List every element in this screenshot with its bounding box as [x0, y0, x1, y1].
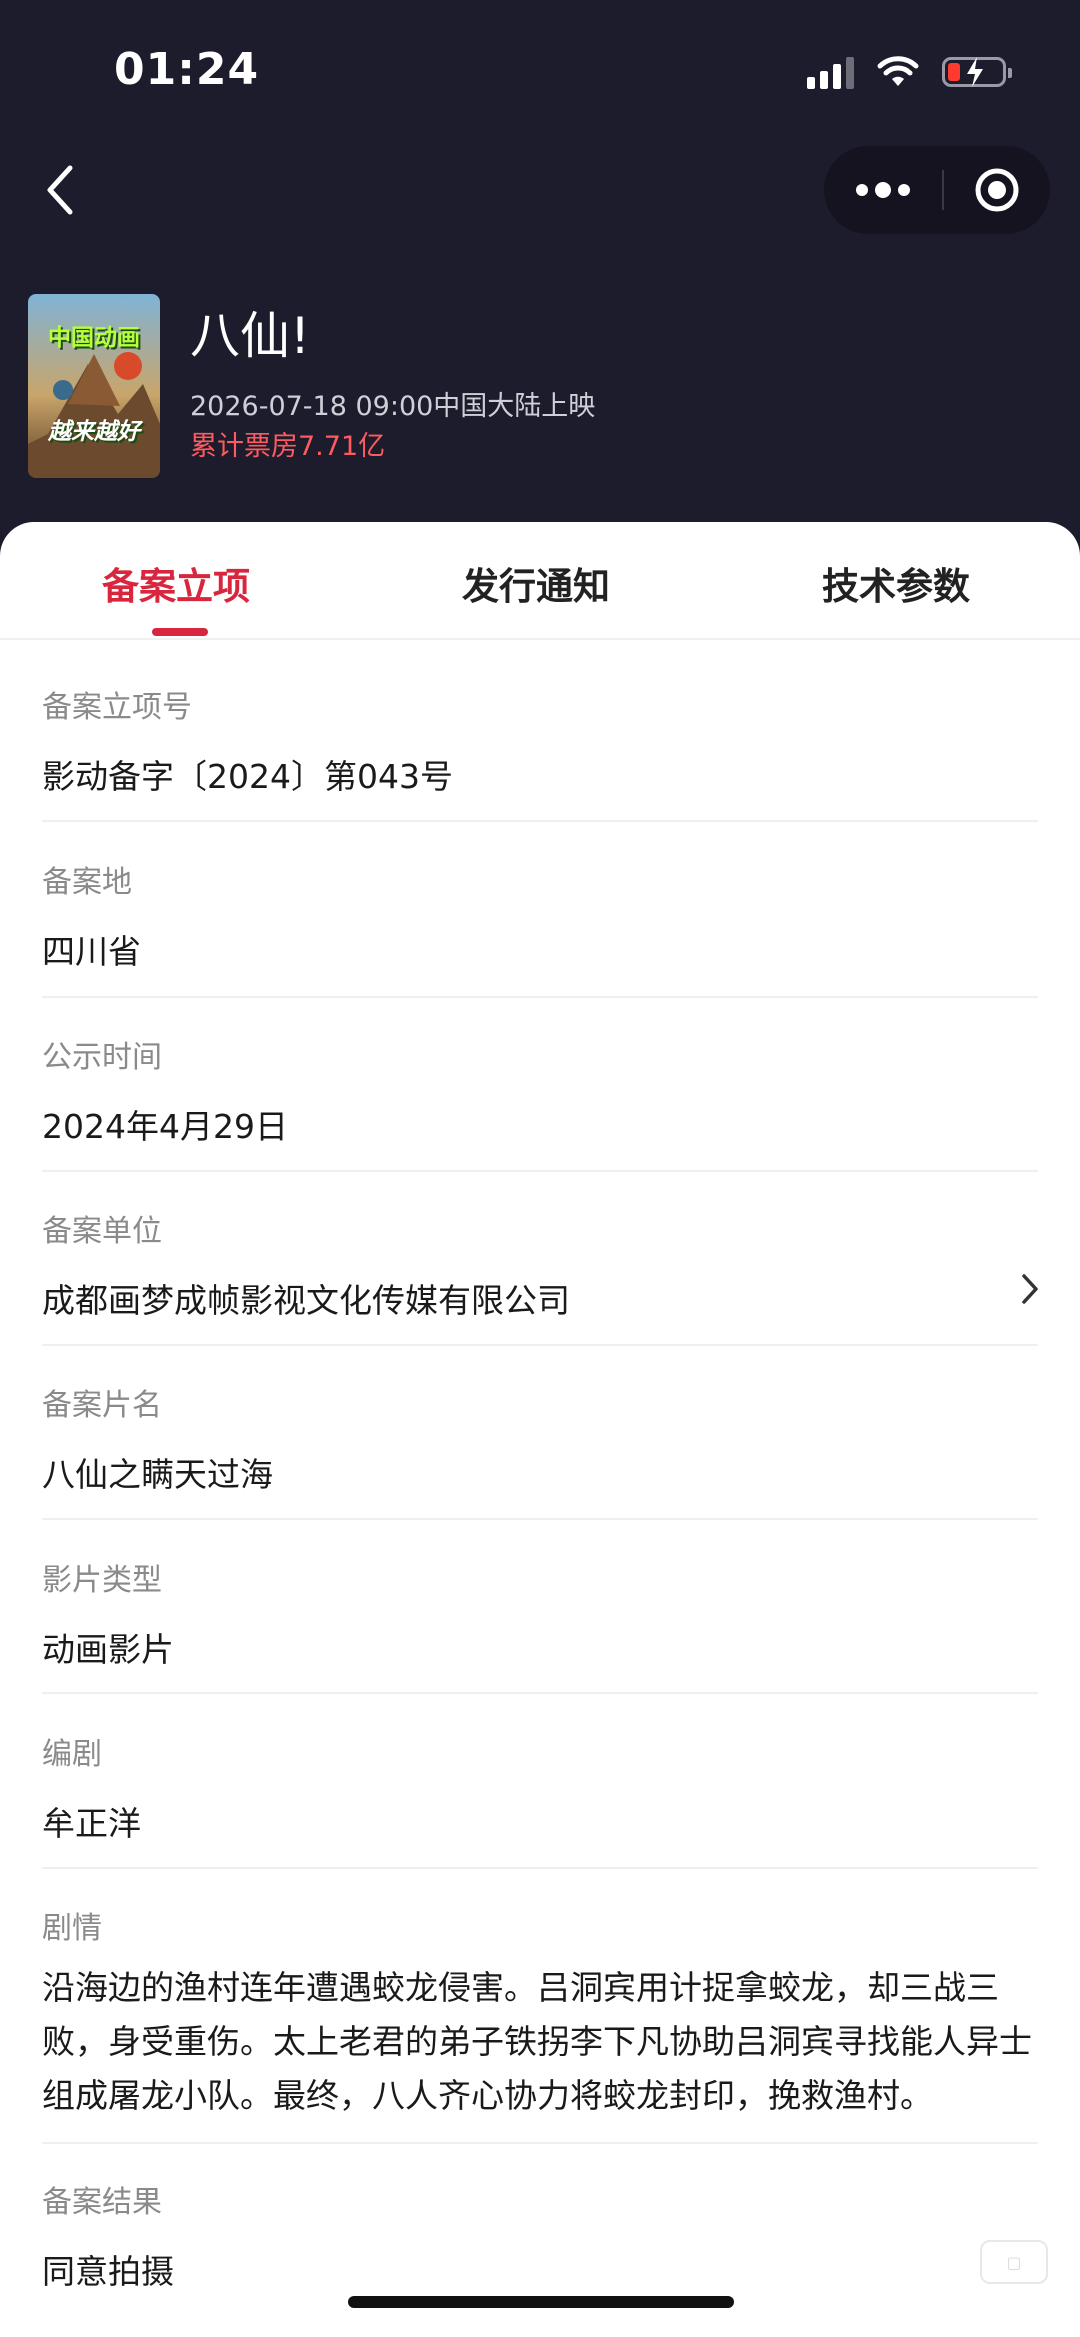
field-value: 2024年4月29日	[42, 1107, 288, 1146]
watermark-logo: ▢	[980, 2240, 1048, 2284]
field-label: 影片类型	[42, 1563, 162, 1598]
divider	[42, 1518, 1038, 1520]
field-filing-number: 备案立项号 影动备字〔2024〕第043号	[42, 682, 1038, 798]
field-film-type: 影片类型 动画影片	[42, 1555, 1038, 1671]
field-label: 备案结果	[42, 2185, 162, 2220]
field-label: 公示时间	[42, 1040, 162, 1075]
field-plot: 剧情 沿海边的渔村连年遭遇蛟龙侵害。吕洞宾用计捉拿蛟龙，却三战三败，身受重伤。太…	[42, 1903, 1038, 2123]
tab-tech-params[interactable]: 技术参数	[822, 556, 970, 610]
field-screenwriter: 编剧 牟正洋	[42, 1729, 1038, 1845]
field-value: 动画影片	[42, 1630, 174, 1669]
release-info: 2026-07-18 09:00中国大陆上映	[190, 391, 596, 422]
field-label: 备案立项号	[42, 690, 192, 725]
field-value: 牟正洋	[42, 1804, 141, 1843]
chevron-right-icon[interactable]	[1020, 1272, 1040, 1306]
tab-distribution[interactable]: 发行通知	[462, 556, 610, 610]
field-value[interactable]: 成都画梦成帧影视文化传媒有限公司	[42, 1274, 1038, 1322]
field-filing-result: 备案结果 同意拍摄	[42, 2177, 1038, 2293]
field-label: 剧情	[42, 1911, 102, 1946]
tab-filing[interactable]: 备案立项	[102, 556, 250, 610]
field-value: 四川省	[42, 932, 141, 971]
divider	[42, 2142, 1038, 2144]
divider	[42, 1170, 1038, 1172]
divider	[42, 1344, 1038, 1346]
chevron-left-icon	[47, 165, 73, 215]
status-icons	[807, 52, 1012, 92]
mini-program-capsule	[824, 146, 1050, 234]
home-indicator[interactable]	[348, 2296, 734, 2308]
divider	[42, 820, 1038, 822]
divider	[42, 996, 1038, 998]
status-time: 01:24	[114, 44, 260, 95]
wifi-icon	[877, 56, 919, 86]
box-office: 累计票房7.71亿	[190, 431, 386, 462]
more-dots-icon[interactable]	[824, 146, 942, 234]
field-value: 影动备字〔2024〕第043号	[42, 757, 453, 796]
field-label: 备案单位	[42, 1214, 162, 1249]
divider	[42, 1867, 1038, 1869]
poster-text-top: 中国动画	[48, 325, 140, 351]
movie-poster[interactable]: 中国动画 越来越好	[28, 294, 160, 478]
field-label: 备案地	[42, 865, 132, 900]
cellular-signal-icon	[807, 55, 854, 89]
header: 01:24 中国动画 越来越好 八仙! 2026-07-18 09:00中国大陆…	[0, 0, 1080, 560]
target-circle-icon[interactable]	[944, 146, 1050, 234]
tab-bar: 备案立项 发行通知 技术参数	[0, 522, 1080, 640]
tab-active-indicator	[152, 628, 208, 636]
field-publish-date: 公示时间 2024年4月29日	[42, 1032, 1038, 1148]
divider	[42, 1692, 1038, 1694]
field-filing-company[interactable]: 备案单位 成都画梦成帧影视文化传媒有限公司	[42, 1206, 1038, 1322]
poster-text-bottom: 越来越好	[48, 419, 140, 445]
movie-title: 八仙!	[190, 307, 311, 365]
field-value: 沿海边的渔村连年遭遇蛟龙侵害。吕洞宾用计捉拿蛟龙，却三战三败，身受重伤。太上老君…	[42, 1968, 1032, 2115]
field-filing-location: 备案地 四川省	[42, 857, 1038, 973]
field-label: 备案片名	[42, 1388, 162, 1423]
battery-icon	[942, 57, 1012, 87]
field-value: 八仙之瞒天过海	[42, 1455, 273, 1494]
field-label: 编剧	[42, 1737, 102, 1772]
back-button[interactable]	[40, 160, 90, 220]
field-film-name: 备案片名 八仙之瞒天过海	[42, 1380, 1038, 1496]
field-value: 同意拍摄	[42, 2252, 174, 2291]
